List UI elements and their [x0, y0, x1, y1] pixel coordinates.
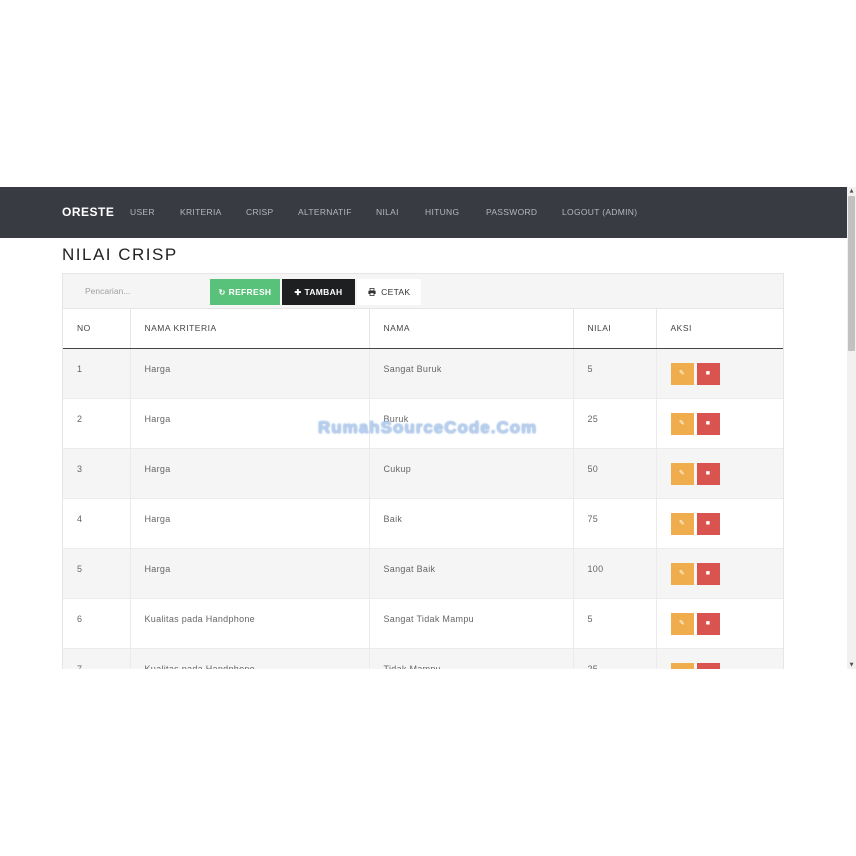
- crisp-table-container: NO NAMA KRITERIA NAMA NILAI AKSI 1 Harga…: [62, 309, 784, 669]
- cell-nama: Sangat Tidak Mampu: [368, 597, 573, 649]
- scrollbar[interactable]: ▲ ▼: [847, 187, 856, 669]
- trash-icon[interactable]: ■: [696, 362, 720, 385]
- cell-no: 3: [63, 448, 130, 498]
- cell-nilai: 5: [572, 348, 656, 398]
- header-no: NO: [63, 309, 130, 349]
- cell-nama: Cukup: [368, 448, 573, 498]
- cell-nama: Sangat Buruk: [368, 348, 573, 398]
- table-row: 1 Harga Sangat Buruk 5 ✎ ■: [63, 348, 783, 398]
- refresh-button[interactable]: ↻ REFRESH: [210, 279, 280, 305]
- nav-item-crisp[interactable]: CRISP: [246, 187, 273, 238]
- cell-nama-kriteria: Harga: [129, 548, 369, 598]
- cell-nama-kriteria: Harga: [129, 448, 369, 498]
- scroll-thumb[interactable]: [848, 196, 855, 351]
- refresh-label: REFRESH: [228, 287, 272, 297]
- cell-nilai: 5: [572, 597, 656, 649]
- cell-no: 6: [63, 597, 130, 649]
- table-row: 6 Kualitas pada Handphone Sangat Tidak M…: [63, 597, 783, 649]
- cell-nama-kriteria: Harga: [129, 348, 369, 398]
- brand-logo[interactable]: ORESTE: [62, 187, 114, 238]
- print-icon: [368, 288, 379, 297]
- toolbar: ↻REFRESH ✚TAMBAH CETAK: [62, 273, 784, 309]
- cell-nama-kriteria: Harga: [129, 497, 369, 549]
- edit-icon[interactable]: ✎: [670, 412, 694, 435]
- print-label: CETAK: [381, 287, 411, 297]
- nav-item-password[interactable]: PASSWORD: [486, 187, 537, 238]
- header-nilai: NILAI: [572, 309, 656, 349]
- crisp-table: NO NAMA KRITERIA NAMA NILAI AKSI 1 Harga…: [63, 309, 783, 669]
- cell-aksi: ✎■: [655, 597, 783, 649]
- table-row: 4 Harga Baik 75 ✎ ■: [63, 497, 783, 549]
- add-label: TAMBAH: [304, 287, 343, 297]
- edit-icon[interactable]: ✎: [670, 362, 694, 385]
- cell-no: 7: [63, 648, 130, 669]
- trash-icon[interactable]: ■: [696, 662, 720, 669]
- table-row: 2 Harga Buruk 25 ✎ ■: [63, 397, 783, 449]
- trash-icon[interactable]: ■: [696, 512, 720, 535]
- edit-icon[interactable]: ✎: [670, 462, 694, 485]
- table-header-row: NO NAMA KRITERIA NAMA NILAI AKSI: [63, 309, 783, 349]
- cell-nama: Baik: [368, 497, 573, 549]
- cell-nama: Buruk: [368, 397, 573, 449]
- nav-item-kriteria[interactable]: KRITERIA: [180, 187, 222, 238]
- scroll-up-icon[interactable]: ▲: [847, 187, 856, 195]
- header-aksi: AKSI: [655, 309, 783, 349]
- table-row: 7 Kualitas pada Handphone Tidak Mampu 25…: [63, 648, 783, 669]
- cell-no: 5: [63, 548, 130, 598]
- nav-item-alternatif[interactable]: ALTERNATIF: [298, 187, 352, 238]
- cell-nilai: 50: [572, 448, 656, 498]
- cell-nilai: 25: [572, 397, 656, 449]
- refresh-icon: ↻: [218, 288, 226, 297]
- cell-nama-kriteria: Kualitas pada Handphone: [129, 648, 369, 669]
- scroll-down-icon[interactable]: ▼: [847, 661, 856, 669]
- nav-item-hitung[interactable]: HITUNG: [425, 187, 459, 238]
- table-row: 5 Harga Sangat Baik 100 ✎ ■: [63, 548, 783, 598]
- search-input[interactable]: [77, 279, 207, 303]
- navbar: ORESTE USER KRITERIA CRISP ALTERNATIF NI…: [0, 187, 847, 238]
- edit-icon[interactable]: ✎: [670, 612, 694, 635]
- cell-nama: Tidak Mampu: [368, 648, 573, 669]
- cell-nama-kriteria: Kualitas pada Handphone: [129, 597, 369, 649]
- trash-icon[interactable]: ■: [696, 612, 720, 635]
- trash-icon[interactable]: ■: [696, 462, 720, 485]
- cell-aksi: ✎■: [655, 648, 783, 669]
- cell-aksi: ✎■: [655, 397, 783, 449]
- cell-aksi: ✎■: [655, 548, 783, 598]
- app-viewport: ORESTE USER KRITERIA CRISP ALTERNATIF NI…: [0, 187, 856, 669]
- print-button[interactable]: CETAK: [357, 279, 421, 305]
- header-nama-kriteria: NAMA KRITERIA: [129, 309, 369, 349]
- edit-icon[interactable]: ✎: [670, 512, 694, 535]
- page-title: NILAI CRISP: [62, 245, 178, 264]
- cell-aksi: ✎■: [655, 448, 783, 498]
- nav-item-user[interactable]: USER: [130, 187, 155, 238]
- edit-icon[interactable]: ✎: [670, 662, 694, 669]
- cell-nilai: 25: [572, 648, 656, 669]
- header-nama: NAMA: [368, 309, 573, 349]
- cell-nilai: 75: [572, 497, 656, 549]
- cell-no: 2: [63, 397, 130, 449]
- nav-item-logout[interactable]: LOGOUT (ADMIN): [562, 187, 637, 238]
- cell-nama-kriteria: Harga: [129, 397, 369, 449]
- cell-no: 4: [63, 497, 130, 549]
- cell-nama: Sangat Baik: [368, 548, 573, 598]
- cell-no: 1: [63, 348, 130, 398]
- plus-icon: ✚: [294, 288, 302, 297]
- table-row: 3 Harga Cukup 50 ✎ ■: [63, 448, 783, 498]
- trash-icon[interactable]: ■: [696, 412, 720, 435]
- add-button[interactable]: ✚ TAMBAH: [282, 279, 355, 305]
- trash-icon[interactable]: ■: [696, 562, 720, 585]
- nav-item-nilai[interactable]: NILAI: [376, 187, 399, 238]
- edit-icon[interactable]: ✎: [670, 562, 694, 585]
- cell-aksi: ✎■: [655, 348, 783, 398]
- cell-aksi: ✎■: [655, 497, 783, 549]
- cell-nilai: 100: [572, 548, 656, 598]
